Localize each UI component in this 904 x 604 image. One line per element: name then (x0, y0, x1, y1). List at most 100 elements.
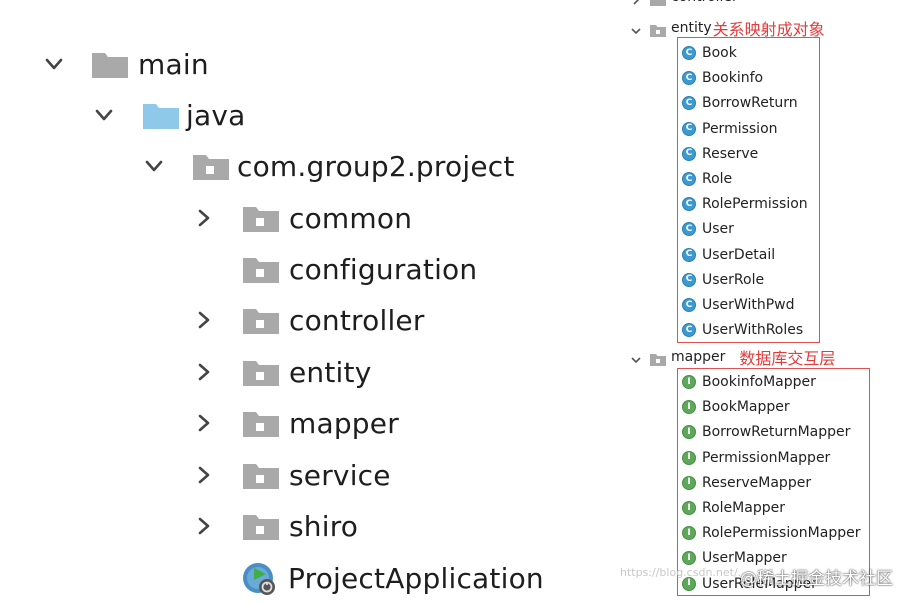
list-item[interactable]: C Role (682, 168, 732, 190)
list-item[interactable]: C Permission (682, 118, 778, 140)
list-item-label: Permission (702, 120, 778, 137)
class-icon: C (682, 71, 696, 86)
list-item-label: User (702, 221, 734, 238)
list-item[interactable]: I BookMapper (682, 396, 790, 418)
package-icon (242, 305, 280, 335)
list-item-label: Role (702, 171, 733, 187)
watermark-text: @稀土掘金技术社区 (740, 569, 893, 589)
list-item-label: BookinfoMapper (702, 374, 816, 390)
chevron-down-icon[interactable] (630, 22, 642, 35)
class-icon: C (682, 146, 696, 161)
tree-node-entity-small[interactable]: entity 关系映射成对象 (630, 17, 825, 39)
chevron-right-icon[interactable] (194, 208, 214, 228)
list-item-label: Bookinfo (702, 70, 764, 87)
tree-node-label: main (138, 47, 209, 81)
list-item-label: RolePermission (702, 196, 808, 213)
class-icon: C (682, 323, 696, 338)
chevron-right-icon[interactable] (194, 310, 214, 330)
list-item[interactable]: I RoleMapper (682, 497, 785, 519)
tree-node-configuration[interactable]: configuration (242, 246, 477, 292)
package-icon (242, 511, 280, 541)
list-item-label: ReserveMapper (702, 474, 812, 491)
list-item-label: BookMapper (702, 399, 790, 416)
package-icon (242, 254, 280, 284)
list-item-label: BorrowReturnMapper (702, 424, 851, 441)
chevron-down-icon[interactable] (44, 54, 64, 74)
class-icon: C (682, 96, 696, 111)
list-item[interactable]: I BookinfoMapper (682, 371, 816, 393)
list-item[interactable]: C User (682, 218, 734, 240)
tree-node-controller-small[interactable]: controller (630, 0, 738, 8)
tree-node-entity[interactable]: entity (194, 349, 371, 395)
list-item[interactable]: C RolePermission (682, 193, 808, 215)
list-item[interactable]: C Reserve (682, 143, 758, 165)
list-item[interactable]: C UserDetail (682, 244, 775, 266)
tree-node-label: common (289, 201, 413, 235)
interface-icon: I (682, 551, 696, 566)
list-item-label: UserRole (702, 271, 765, 288)
chevron-down-icon[interactable] (630, 351, 642, 364)
tree-node-java[interactable]: java (94, 92, 245, 138)
watermark-url: https://blog.csdn.net/... (620, 566, 749, 579)
list-item[interactable]: C Bookinfo (682, 67, 763, 89)
class-icon: C (682, 121, 696, 136)
list-item-label: RoleMapper (702, 500, 785, 516)
tree-node-label: entity (671, 20, 712, 36)
list-item[interactable]: I PermissionMapper (682, 447, 830, 469)
tree-node-shiro[interactable]: shiro (194, 503, 358, 549)
package-icon (650, 22, 666, 37)
chevron-down-icon[interactable] (94, 105, 114, 125)
package-icon (242, 408, 280, 438)
interface-icon: I (682, 450, 696, 465)
tree-node-label: shiro (289, 509, 359, 543)
source-folder-icon (142, 100, 180, 130)
tree-node-label: controller (671, 0, 738, 5)
list-item[interactable]: I ReserveMapper (682, 472, 811, 494)
tree-node-label: com.group2.project (237, 149, 515, 183)
list-item[interactable]: C UserRole (682, 269, 764, 291)
interface-icon: I (682, 425, 696, 440)
project-tree-large: main java com.group2.project common conf… (0, 0, 600, 604)
list-item[interactable]: C UserWithRoles (682, 319, 803, 341)
tree-node-package-root[interactable]: com.group2.project (144, 143, 515, 189)
class-icon: C (682, 222, 696, 237)
package-icon (650, 351, 666, 366)
chevron-right-icon[interactable] (630, 0, 642, 5)
list-item[interactable]: C Book (682, 42, 737, 64)
class-icon: C (682, 172, 696, 186)
chevron-right-icon[interactable] (194, 465, 214, 485)
tree-node-label: java (186, 98, 246, 132)
tree-node-label: entity (289, 355, 372, 389)
list-item[interactable]: C UserWithPwd (682, 294, 794, 316)
tree-node-label: service (289, 458, 391, 492)
list-item[interactable]: I RolePermissionMapper (682, 522, 860, 544)
chevron-right-icon[interactable] (194, 516, 214, 536)
chevron-right-icon[interactable] (194, 362, 214, 382)
tree-node-controller[interactable]: controller (194, 297, 425, 343)
list-item-label: Book (702, 45, 737, 61)
list-item[interactable]: C BorrowReturn (682, 92, 798, 114)
list-item-label: UserDetail (702, 246, 776, 263)
tree-node-label: mapper (671, 349, 726, 365)
tree-node-project-application[interactable]: ProjectApplication (240, 555, 544, 601)
tree-node-main[interactable]: main (44, 41, 209, 87)
class-icon: C (682, 298, 696, 312)
interface-icon: I (682, 501, 696, 515)
class-icon: C (682, 247, 696, 262)
package-icon (242, 357, 280, 387)
tree-node-mapper[interactable]: mapper (194, 400, 399, 446)
tree-node-service[interactable]: service (194, 452, 391, 498)
tree-node-common[interactable]: common (194, 195, 412, 241)
class-icon: C (682, 272, 696, 287)
list-item[interactable]: I BorrowReturnMapper (682, 421, 850, 443)
chevron-down-icon[interactable] (144, 156, 164, 176)
tree-node-mapper-small[interactable]: mapper 数据库交互层 (630, 346, 835, 368)
package-icon (192, 151, 230, 181)
tree-node-label: ProjectApplication (288, 561, 544, 595)
interface-icon: I (682, 526, 696, 541)
tree-node-label: configuration (289, 252, 478, 286)
class-icon: C (682, 46, 696, 60)
chevron-right-icon[interactable] (194, 413, 214, 433)
project-tree-small: controller entity 关系映射成对象 C Book C Bookinfo… (600, 0, 904, 604)
interface-icon: I (682, 400, 696, 415)
